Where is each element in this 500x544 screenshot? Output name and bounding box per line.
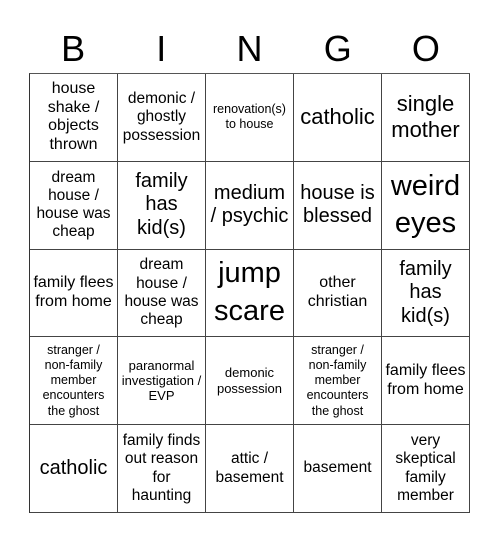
bingo-cell-label: basement: [303, 459, 372, 477]
bingo-cell-label: weird eyes: [390, 169, 461, 240]
header-letter-i: I: [156, 28, 167, 69]
bingo-cell-n3[interactable]: jump scare: [206, 249, 294, 338]
header-letter-o: O: [411, 28, 440, 69]
bingo-cell-g3[interactable]: other christian: [294, 249, 382, 338]
bingo-cell-i3[interactable]: dream house / house was cheap: [118, 249, 206, 338]
bingo-cell-label: stranger / non-family member encounters …: [42, 342, 105, 418]
bingo-cell-i5[interactable]: family finds out reason for haunting: [118, 425, 206, 513]
bingo-cell-label: catholic: [39, 456, 108, 479]
bingo-cell-label: catholic: [300, 104, 375, 130]
bingo-cell-label: medium / psychic: [210, 181, 289, 228]
bingo-cell-i2[interactable]: family has kid(s): [118, 161, 206, 250]
bingo-cell-label: family finds out reason for haunting: [122, 432, 201, 504]
bingo-cell-label: demonic / ghostly possession: [122, 89, 201, 144]
bingo-cell-label: family flees from home: [385, 361, 466, 398]
bingo-cell-o4[interactable]: family flees from home: [382, 337, 470, 426]
bingo-cell-g1[interactable]: catholic: [294, 74, 382, 162]
header-letter-b: B: [61, 28, 86, 69]
bingo-cell-label: house is blessed: [300, 181, 375, 228]
bingo-header: B I N G O: [29, 26, 470, 72]
bingo-cell-label: attic / basement: [215, 450, 284, 486]
bingo-cell-o3[interactable]: family has kid(s): [382, 249, 470, 338]
bingo-cell-label: very skeptical family member: [395, 432, 456, 504]
bingo-cell-g5[interactable]: basement: [294, 425, 382, 513]
bingo-cell-label: other christian: [307, 274, 368, 310]
bingo-cell-label: stranger / non-family member encounters …: [306, 342, 369, 418]
bingo-cell-i4[interactable]: paranormal investigation / EVP: [118, 337, 206, 426]
bingo-cell-n4[interactable]: demonic possession: [206, 337, 294, 426]
bingo-cell-label: demonic possession: [216, 365, 283, 396]
bingo-cell-o5[interactable]: very skeptical family member: [382, 425, 470, 513]
bingo-cell-label: dream house / house was cheap: [124, 256, 199, 329]
bingo-cell-n2[interactable]: medium / psychic: [206, 161, 294, 250]
bingo-cell-i1[interactable]: demonic / ghostly possession: [118, 74, 206, 162]
bingo-cell-label: house shake / objects thrown: [47, 79, 100, 154]
bingo-cell-b3[interactable]: family flees from home: [30, 249, 118, 338]
bingo-cell-o2[interactable]: weird eyes: [382, 161, 470, 250]
bingo-cell-b5[interactable]: catholic: [30, 425, 118, 513]
header-letter-g: G: [323, 28, 352, 69]
bingo-cell-g2[interactable]: house is blessed: [294, 161, 382, 250]
bingo-cell-o1[interactable]: single mother: [382, 74, 470, 162]
bingo-grid: house shake / objects thrown demonic / gh…: [29, 73, 470, 513]
bingo-cell-label: jump scare: [214, 257, 285, 327]
bingo-cell-n1[interactable]: renovation(s) to house: [206, 74, 294, 162]
bingo-cell-label: family has kid(s): [399, 257, 452, 327]
bingo-cell-b2[interactable]: dream house / house was cheap: [30, 161, 118, 250]
bingo-cell-label: family flees from home: [33, 274, 114, 310]
bingo-cell-n5[interactable]: attic / basement: [206, 425, 294, 513]
header-letter-n: N: [236, 28, 263, 69]
bingo-cell-g4[interactable]: stranger / non-family member encounters …: [294, 337, 382, 426]
bingo-cell-label: paranormal investigation / EVP: [121, 357, 202, 404]
bingo-cell-b1[interactable]: house shake / objects thrown: [30, 74, 118, 162]
bingo-cell-label: renovation(s) to house: [213, 102, 286, 132]
bingo-cell-b4[interactable]: stranger / non-family member encounters …: [30, 337, 118, 426]
bingo-cell-label: dream house / house was cheap: [36, 168, 111, 241]
bingo-cell-label: family has kid(s): [135, 169, 188, 239]
bingo-cell-label: single mother: [391, 91, 460, 143]
